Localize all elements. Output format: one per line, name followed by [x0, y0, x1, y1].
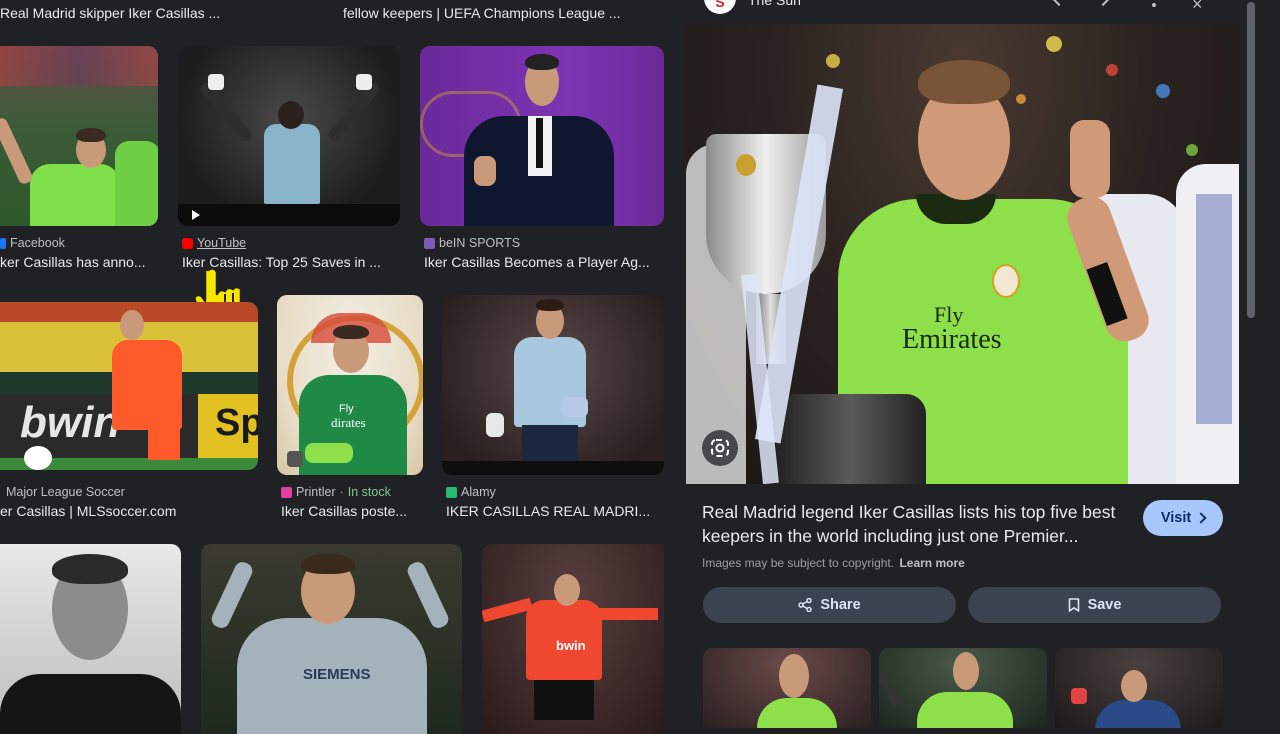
shirt-text-bwin: bwin	[556, 638, 586, 653]
result-image-8[interactable]: SIEMENS	[201, 544, 462, 734]
shirt-text-fly: Fly	[339, 403, 354, 415]
lens-icon[interactable]	[702, 430, 738, 466]
result-source-2[interactable]: YouTube	[182, 236, 246, 250]
arrow-right-icon[interactable]	[1095, 0, 1111, 7]
shirt-text-siemens: SIEMENS	[303, 666, 371, 683]
result-title-1[interactable]: ker Casillas has anno...	[0, 254, 158, 270]
source-label: beIN SPORTS	[439, 236, 521, 250]
result-image-3[interactable]	[420, 46, 664, 226]
bookmark-icon	[1068, 598, 1079, 612]
related-image-2[interactable]	[879, 648, 1047, 728]
source-logo[interactable]: S	[704, 0, 736, 14]
source-label: Major League Soccer	[6, 485, 125, 499]
close-icon[interactable]: ×	[1192, 0, 1203, 15]
result-title-3[interactable]: Iker Casillas Becomes a Player Ag...	[424, 254, 664, 270]
visit-button[interactable]: Visit	[1143, 500, 1223, 536]
top-caption-1[interactable]: Real Madrid skipper Iker Casillas ...	[0, 5, 240, 21]
play-icon	[192, 210, 200, 220]
youtube-icon	[182, 237, 193, 249]
result-source-3[interactable]: beIN SPORTS	[424, 236, 520, 250]
scrollbar-thumb[interactable]	[1247, 2, 1255, 318]
save-button[interactable]: Save	[968, 587, 1221, 623]
badge-icon	[992, 264, 1020, 298]
result-image-2[interactable]	[178, 46, 400, 226]
share-button[interactable]: Share	[703, 587, 956, 623]
share-icon	[798, 598, 813, 612]
result-source-6[interactable]: Alamy	[446, 485, 496, 499]
result-title-4[interactable]: er Casillas | MLSsoccer.com	[0, 503, 258, 519]
shirt-text-emirates: Emirates	[902, 324, 1002, 355]
result-image-6[interactable]	[442, 295, 664, 475]
result-source-4[interactable]: Major League Soccer	[6, 485, 125, 499]
result-title-6[interactable]: IKER CASILLAS REAL MADRI...	[446, 503, 664, 519]
result-title-5[interactable]: Iker Casillas poste...	[281, 503, 423, 519]
result-image-9[interactable]: bwin	[482, 544, 664, 734]
shirt-text-emirates: dirates	[331, 415, 366, 430]
source-label: YouTube	[197, 236, 247, 250]
stock-badge: In stock	[347, 485, 391, 499]
ad-board-text: bwin	[20, 398, 121, 447]
source-label: Printler	[296, 485, 336, 499]
result-source-5[interactable]: Printler · In stock	[281, 485, 391, 499]
more-vert-icon[interactable]	[1152, 3, 1156, 7]
preview-headline[interactable]: Real Madrid legend Iker Casillas lists h…	[702, 500, 1134, 548]
alamy-icon	[446, 486, 457, 498]
top-caption-2[interactable]: fellow keepers | UEFA Champions League .…	[343, 5, 643, 21]
learn-more-link[interactable]: Learn more	[899, 556, 964, 570]
printler-icon	[281, 486, 292, 498]
result-source-1[interactable]: Facebook	[0, 236, 65, 250]
result-image-1[interactable]	[0, 46, 158, 226]
chevron-right-icon	[1195, 512, 1207, 524]
source-name[interactable]: The Sun	[748, 0, 801, 8]
facebook-icon	[0, 237, 6, 249]
related-image-1[interactable]	[703, 648, 871, 728]
bein-icon	[424, 237, 435, 249]
arrow-left-icon[interactable]	[1051, 0, 1067, 7]
result-image-4[interactable]: bwin Sp	[0, 302, 258, 470]
ad-board-text-2: Sp	[215, 402, 258, 444]
result-image-7[interactable]	[0, 544, 181, 734]
source-label: Alamy	[461, 485, 496, 499]
result-image-5[interactable]: Fly dirates	[277, 295, 423, 475]
preview-image[interactable]: Fly Emirates	[686, 24, 1239, 484]
copyright-note: Images may be subject to copyright. Lear…	[702, 556, 965, 570]
related-image-3[interactable]	[1055, 648, 1223, 728]
source-label: Facebook	[10, 236, 65, 250]
